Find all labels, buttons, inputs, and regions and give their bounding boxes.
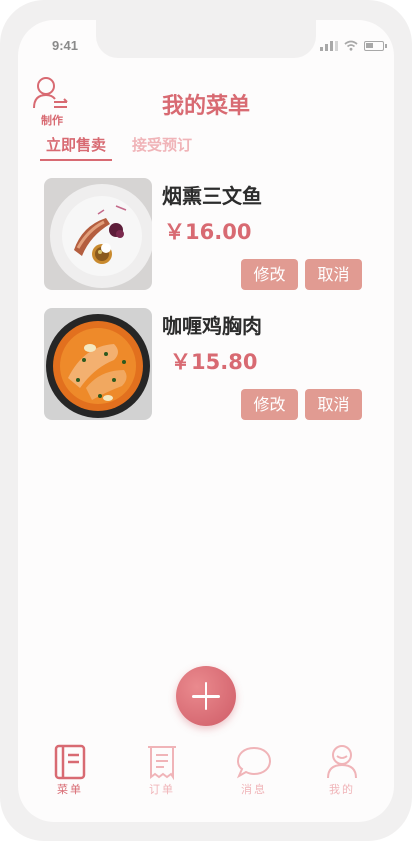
status-time: 9:41	[52, 38, 79, 53]
battery-icon	[364, 40, 387, 51]
status-icons	[320, 40, 387, 51]
tabbar-item-messages[interactable]: 消息	[224, 744, 284, 797]
dish-image	[44, 178, 152, 290]
curry-chicken-pan-image	[44, 308, 152, 420]
page-title: 我的菜单	[161, 94, 250, 119]
tabbar-label: 订单	[149, 783, 175, 796]
phone-frame: 9:41 制作 我的菜单 立即售卖 接受预订 烟熏三文鱼 ￥16.00 修改 取…	[0, 0, 412, 841]
tab-sell-now[interactable]: 立即售卖	[40, 134, 113, 161]
tab-accept-preorder[interactable]: 接受预订	[126, 134, 198, 161]
tabbar-item-profile[interactable]: 我的	[312, 744, 372, 797]
chat-bubble-icon	[236, 746, 272, 779]
tab-bar: 立即售卖 接受预订	[40, 134, 198, 161]
dish-price: ￥16.00	[164, 220, 252, 244]
tabbar-label: 消息	[241, 783, 267, 796]
menu-book-icon	[54, 744, 86, 780]
bottom-tabbar: 菜单 订单 消息 我的	[18, 744, 394, 804]
cancel-button[interactable]: 取消	[305, 259, 362, 290]
tabbar-item-orders[interactable]: 订单	[132, 744, 192, 797]
tabbar-label: 菜单	[57, 783, 83, 796]
smoked-salmon-plate-image	[44, 178, 152, 290]
tabbar-label: 我的	[329, 783, 355, 796]
dish-image	[44, 308, 152, 420]
receipt-icon	[148, 746, 176, 780]
dish-card: 咖喱鸡胸肉 ￥15.80 修改 取消	[44, 308, 364, 422]
add-dish-button[interactable]	[176, 666, 236, 726]
edit-button[interactable]: 修改	[241, 389, 298, 420]
cancel-button[interactable]: 取消	[305, 389, 362, 420]
tabbar-item-menu[interactable]: 菜单	[40, 744, 100, 797]
edit-button[interactable]: 修改	[241, 259, 298, 290]
dish-name: 咖喱鸡胸肉	[162, 314, 262, 338]
dish-card: 烟熏三文鱼 ￥16.00 修改 取消	[44, 178, 364, 292]
signal-icon	[320, 40, 338, 51]
wifi-icon	[344, 40, 358, 51]
profile-icon	[327, 745, 357, 779]
notch	[96, 20, 316, 58]
dish-price: ￥15.80	[170, 350, 258, 374]
dish-name: 烟熏三文鱼	[162, 184, 262, 208]
app-screen: 9:41 制作 我的菜单 立即售卖 接受预订 烟熏三文鱼 ￥16.00 修改 取…	[18, 20, 394, 822]
